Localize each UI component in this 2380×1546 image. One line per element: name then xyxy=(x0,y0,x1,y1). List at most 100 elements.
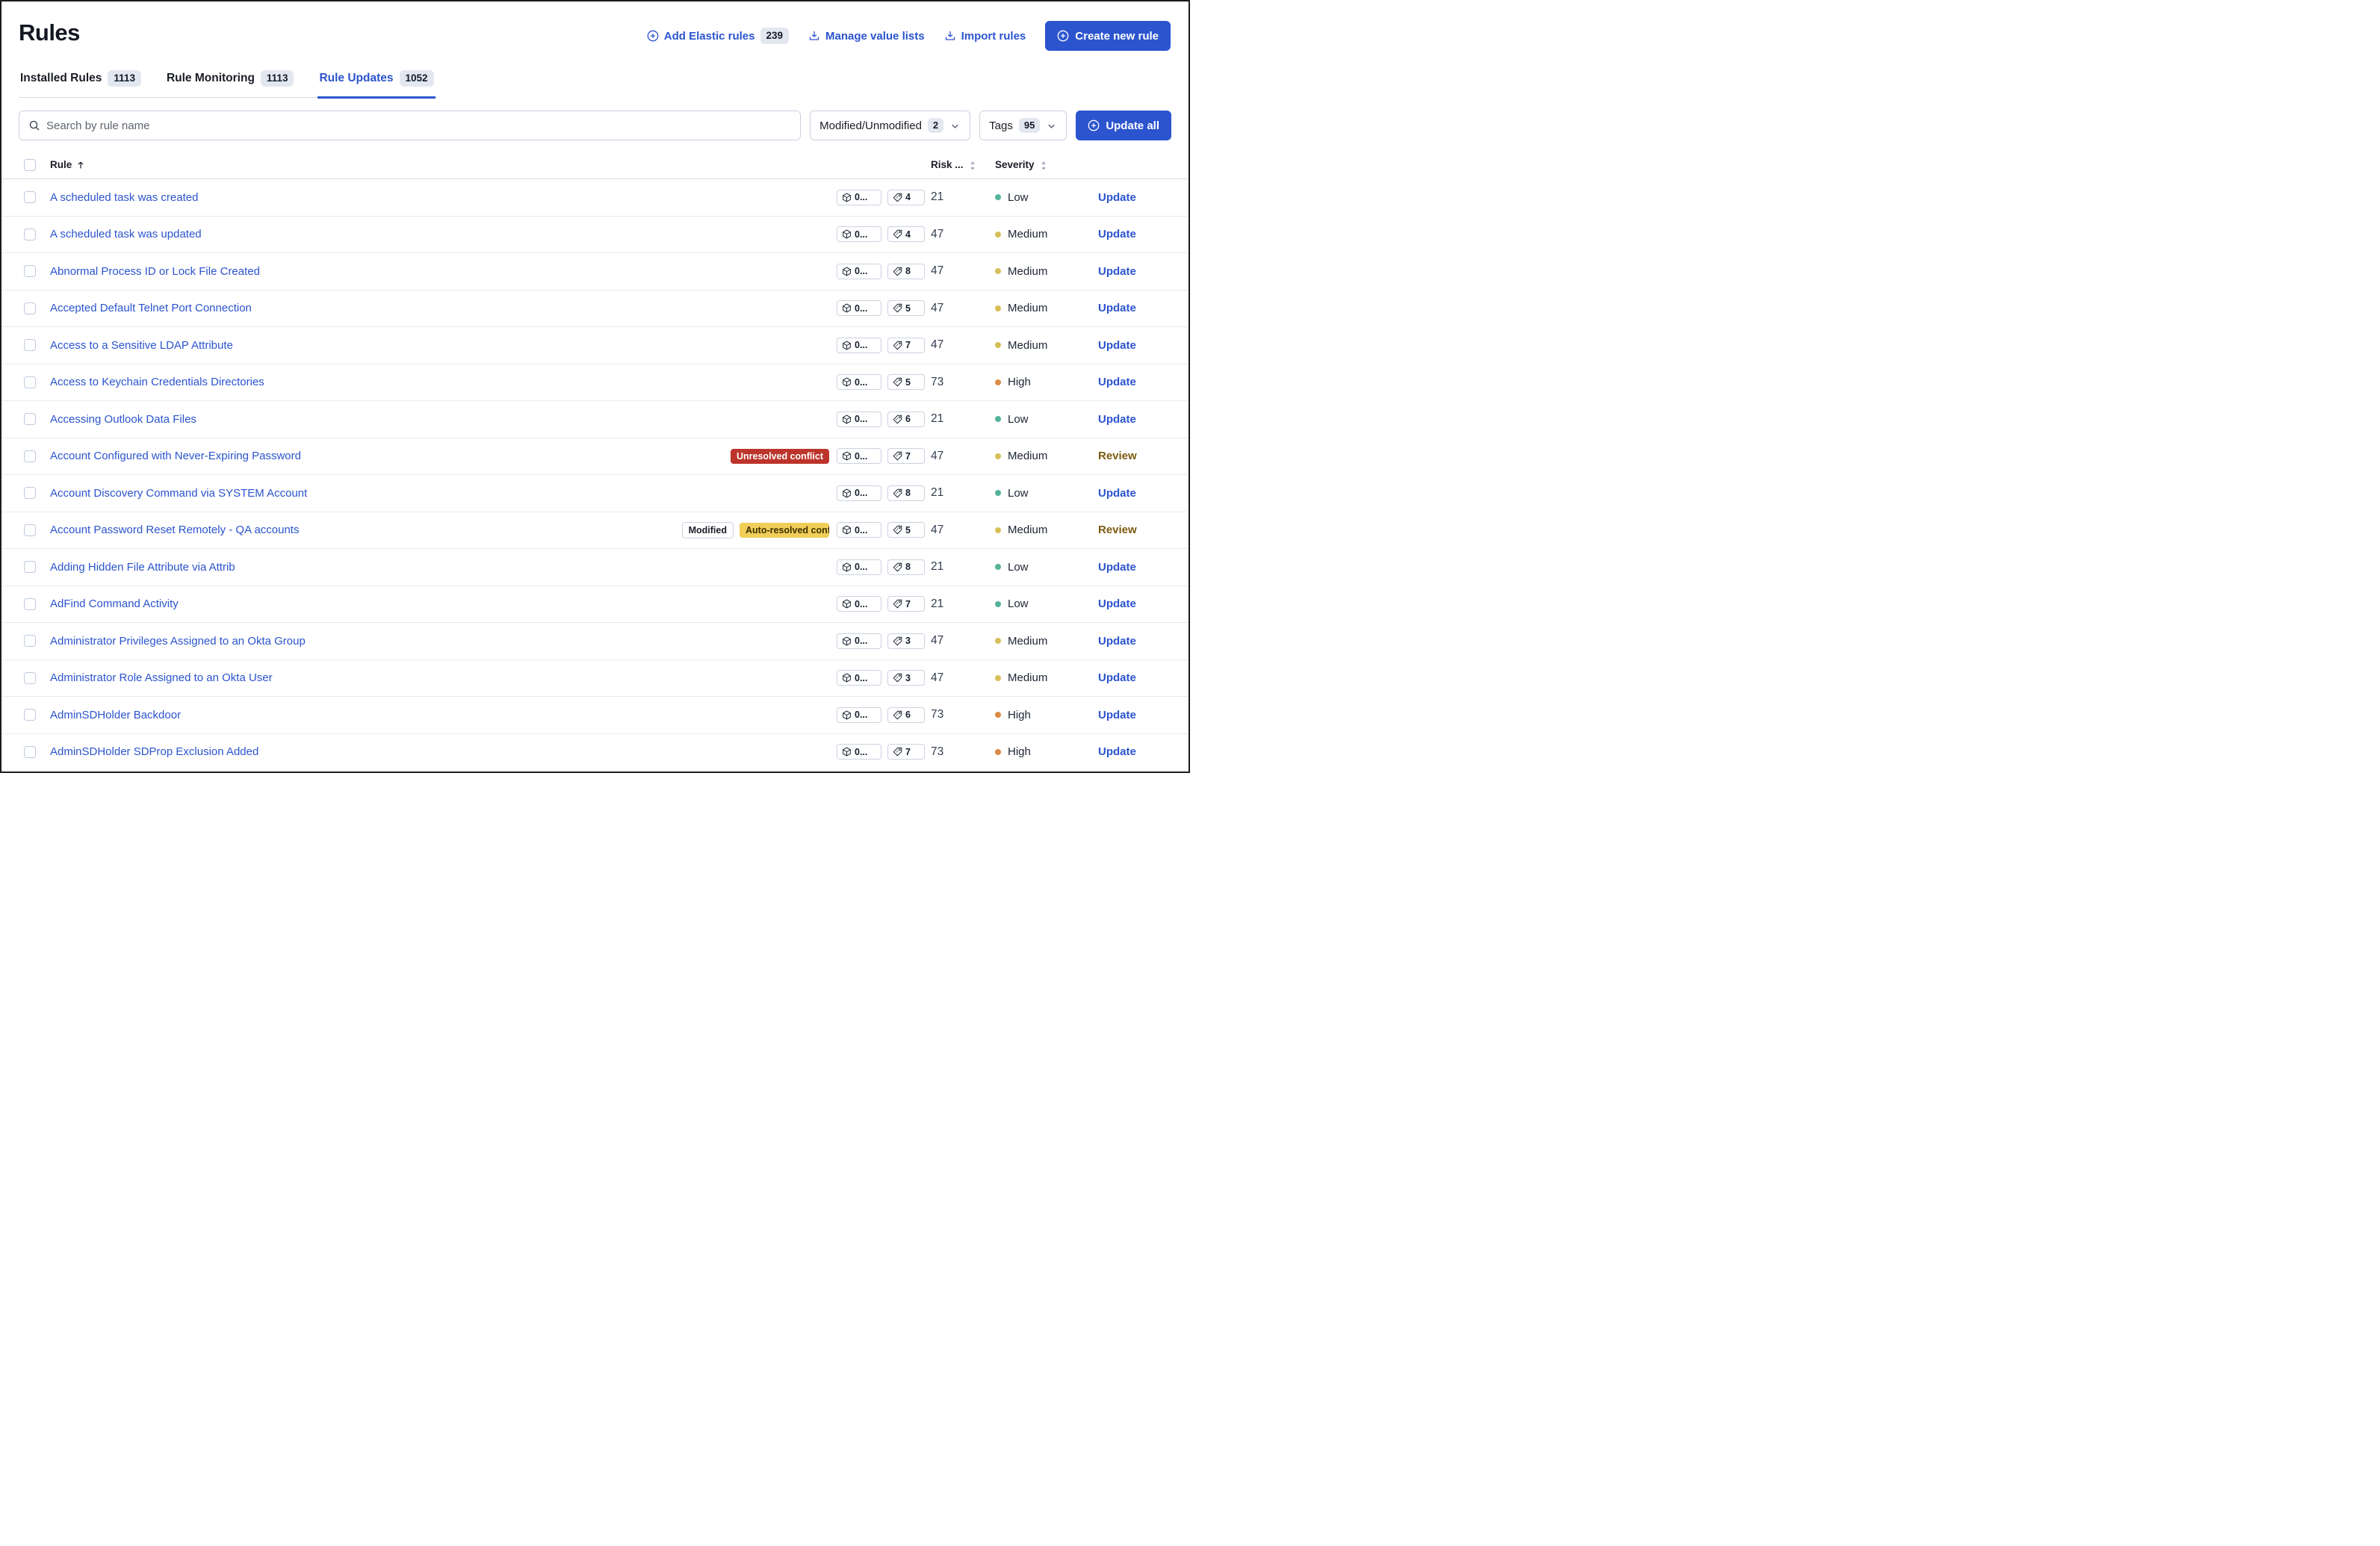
update-all-label: Update all xyxy=(1106,119,1159,132)
table-row: Administrator Role Assigned to an Okta U… xyxy=(1,660,1189,698)
action-link[interactable]: Review xyxy=(1094,450,1171,462)
rule-name-link[interactable]: Account Configured with Never-Expiring P… xyxy=(50,450,301,462)
action-link[interactable]: Update xyxy=(1094,671,1171,684)
action-link[interactable]: Update xyxy=(1094,376,1171,388)
severity-badge: Low xyxy=(985,191,1088,204)
action-link[interactable]: Update xyxy=(1094,561,1171,574)
severity-badge: High xyxy=(985,709,1088,721)
rules-table: Rule Risk ... Severity A scheduled task … xyxy=(1,151,1189,771)
rule-name-link[interactable]: A scheduled task was created xyxy=(50,191,198,204)
search-input[interactable] xyxy=(46,119,791,132)
rule-name-link[interactable]: Administrator Role Assigned to an Okta U… xyxy=(50,671,273,684)
tag-icon xyxy=(893,415,902,424)
rule-name-link[interactable]: Administrator Privileges Assigned to an … xyxy=(50,635,306,648)
rule-name-link[interactable]: AdminSDHolder SDProp Exclusion Added xyxy=(50,745,258,758)
rule-name-link[interactable]: Abnormal Process ID or Lock File Created xyxy=(50,265,260,278)
rule-checkbox[interactable] xyxy=(24,265,36,277)
rule-checkbox[interactable] xyxy=(24,598,36,610)
tab-installed-rules[interactable]: Installed Rules1113 xyxy=(19,70,143,99)
action-link[interactable]: Update xyxy=(1094,191,1171,204)
select-all-checkbox[interactable] xyxy=(24,159,36,171)
rule-checkbox[interactable] xyxy=(24,487,36,499)
rule-checkbox[interactable] xyxy=(24,302,36,314)
rule-name-link[interactable]: AdFind Command Activity xyxy=(50,597,179,610)
action-link[interactable]: Update xyxy=(1094,597,1171,610)
table-header-row: Rule Risk ... Severity xyxy=(1,151,1189,179)
search-icon xyxy=(28,119,40,131)
rule-checkbox[interactable] xyxy=(24,339,36,351)
plus-circle-icon xyxy=(1057,30,1069,42)
action-link[interactable]: Update xyxy=(1094,302,1171,314)
tag-icon xyxy=(893,267,902,276)
severity-column-header[interactable]: Severity xyxy=(985,159,1088,170)
tags-count-badge: 5 xyxy=(887,522,925,538)
action-link[interactable]: Update xyxy=(1094,413,1171,426)
action-link[interactable]: Update xyxy=(1094,228,1171,240)
package-version-badge: 0... xyxy=(837,226,881,242)
action-link[interactable]: Update xyxy=(1094,745,1171,758)
rule-name-link[interactable]: Access to a Sensitive LDAP Attribute xyxy=(50,339,233,352)
create-new-rule-button[interactable]: Create new rule xyxy=(1045,21,1171,51)
action-link[interactable]: Update xyxy=(1094,265,1171,278)
rule-checkbox[interactable] xyxy=(24,413,36,425)
severity-badge: Medium xyxy=(985,524,1088,536)
tab-rule-monitoring[interactable]: Rule Monitoring1113 xyxy=(165,70,296,99)
rule-checkbox[interactable] xyxy=(24,672,36,684)
package-version-badge: 0... xyxy=(837,448,881,464)
rule-checkbox[interactable] xyxy=(24,229,36,240)
table-row: Access to Keychain Credentials Directori… xyxy=(1,364,1189,402)
risk-score: 47 xyxy=(931,264,979,278)
rule-name-link[interactable]: AdminSDHolder Backdoor xyxy=(50,709,181,721)
rule-checkbox[interactable] xyxy=(24,709,36,721)
import-rules-button[interactable]: Import rules xyxy=(944,30,1026,43)
action-link[interactable]: Update xyxy=(1094,709,1171,721)
rule-checkbox[interactable] xyxy=(24,524,36,536)
rule-checkbox[interactable] xyxy=(24,635,36,647)
rule-name-link[interactable]: Account Password Reset Remotely - QA acc… xyxy=(50,524,299,536)
tags-filter-label: Tags xyxy=(989,119,1013,132)
filter-row: Modified/Unmodified 2 Tags 95 Update all xyxy=(1,111,1189,140)
rule-name-link[interactable]: Accepted Default Telnet Port Connection xyxy=(50,302,252,314)
package-icon xyxy=(842,747,852,757)
rule-checkbox[interactable] xyxy=(24,746,36,758)
plus-circle-icon xyxy=(647,30,659,42)
rule-column-header[interactable]: Rule xyxy=(50,159,831,170)
severity-dot xyxy=(995,527,1001,533)
rule-name-link[interactable]: Adding Hidden File Attribute via Attrib xyxy=(50,561,235,574)
update-all-button[interactable]: Update all xyxy=(1076,111,1171,140)
tags-count-badge: 3 xyxy=(887,670,925,686)
severity-dot xyxy=(995,194,1001,200)
rule-checkbox[interactable] xyxy=(24,376,36,388)
package-icon xyxy=(842,525,852,535)
severity-badge: Medium xyxy=(985,671,1088,684)
tab-rule-updates[interactable]: Rule Updates1052 xyxy=(317,70,435,99)
action-link[interactable]: Update xyxy=(1094,635,1171,648)
chevron-down-icon xyxy=(1046,120,1057,131)
rule-checkbox[interactable] xyxy=(24,450,36,462)
severity-badge: Medium xyxy=(985,265,1088,278)
rules-page: Rules Add Elastic rules 239 Manage value… xyxy=(0,0,1190,773)
tags-count-badge: 6 xyxy=(887,707,925,723)
table-row: Account Discovery Command via SYSTEM Acc… xyxy=(1,475,1189,512)
severity-badge: High xyxy=(985,745,1088,758)
sortable-icon xyxy=(967,160,978,170)
rule-name-link[interactable]: Account Discovery Command via SYSTEM Acc… xyxy=(50,487,307,500)
action-link[interactable]: Update xyxy=(1094,339,1171,352)
rule-checkbox[interactable] xyxy=(24,191,36,203)
risk-score: 47 xyxy=(931,524,979,537)
tags-filter-dropdown[interactable]: Tags 95 xyxy=(979,111,1067,140)
tags-count-badge: 5 xyxy=(887,300,925,316)
rule-name-link[interactable]: Accessing Outlook Data Files xyxy=(50,413,196,426)
severity-badge: Medium xyxy=(985,339,1088,352)
modified-filter-dropdown[interactable]: Modified/Unmodified 2 xyxy=(810,111,970,140)
severity-badge: Low xyxy=(985,413,1088,426)
manage-value-lists-button[interactable]: Manage value lists xyxy=(808,30,925,43)
rule-name-link[interactable]: Access to Keychain Credentials Directori… xyxy=(50,376,264,388)
rule-name-link[interactable]: A scheduled task was updated xyxy=(50,228,202,240)
action-link[interactable]: Review xyxy=(1094,524,1171,536)
risk-column-header[interactable]: Risk ... xyxy=(931,159,979,170)
rule-checkbox[interactable] xyxy=(24,561,36,573)
action-link[interactable]: Update xyxy=(1094,487,1171,500)
add-elastic-rules-button[interactable]: Add Elastic rules 239 xyxy=(647,28,789,44)
severity-badge: Low xyxy=(985,597,1088,610)
